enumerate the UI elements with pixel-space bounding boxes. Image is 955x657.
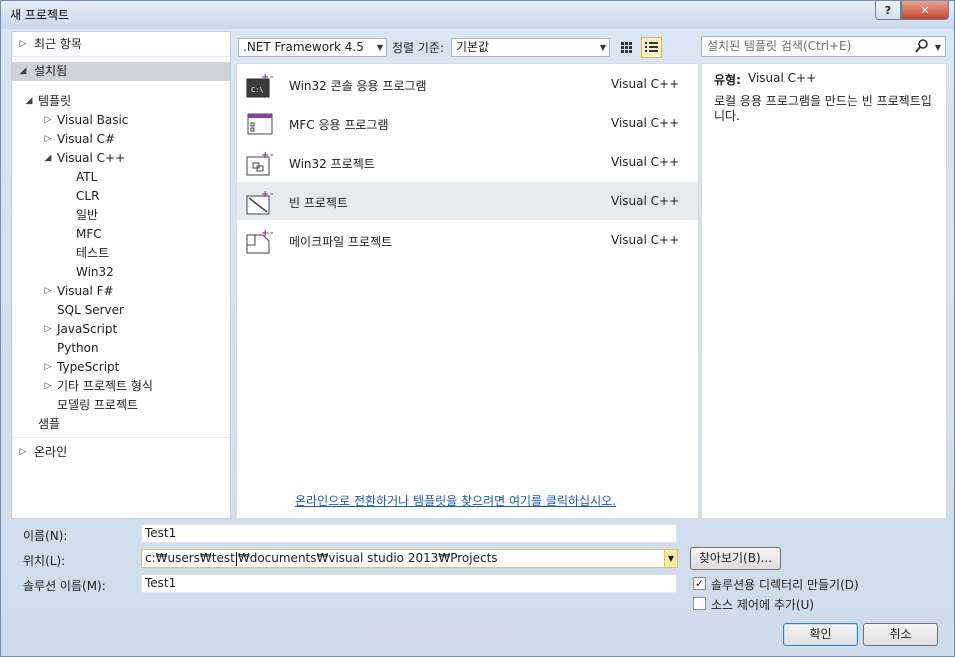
- template-item-win32-project[interactable]: ++ Win32 프로젝트 Visual C++: [237, 143, 698, 181]
- tree-item-other-project-types[interactable]: ▷ 기타 프로젝트 형식: [12, 377, 230, 396]
- divider: [12, 56, 230, 57]
- template-item-mfc-app[interactable]: MFC 응용 프로그램 Visual C++: [237, 104, 698, 142]
- expand-arrow-icon[interactable]: ▷: [43, 320, 53, 339]
- expand-arrow-icon[interactable]: ▷: [18, 35, 28, 54]
- collapse-arrow-icon[interactable]: ◢: [43, 149, 53, 168]
- tree-item-visual-basic[interactable]: ▷ Visual Basic: [12, 111, 230, 130]
- svg-text:++: ++: [261, 72, 273, 83]
- search-options-arrow-icon[interactable]: ▼: [935, 38, 941, 57]
- type-value: Visual C++: [748, 71, 817, 85]
- location-label: 위치(L):: [23, 554, 66, 568]
- online-templates-link[interactable]: 온라인으로 전환하거나 템플릿을 찾으려면 여기를 클릭하십시오.: [295, 492, 616, 509]
- create-directory-label: 솔루션용 디렉터리 만들기(D): [711, 578, 859, 592]
- tree-item-general[interactable]: 일반: [12, 206, 230, 225]
- small-icons-view-button[interactable]: [616, 37, 637, 58]
- template-details: 유형: Visual C++ 로컬 응용 프로그램을 만드는 빈 프로젝트입니다…: [701, 63, 947, 519]
- name-label: 이름(N):: [23, 529, 68, 543]
- template-item-empty-project[interactable]: ++ 빈 프로젝트 Visual C++: [237, 182, 698, 220]
- sort-dropdown[interactable]: 기본값 ▼: [451, 38, 610, 57]
- create-directory-checkbox[interactable]: ✓: [693, 577, 706, 590]
- dropdown-arrow-icon: ▼: [599, 43, 606, 52]
- tree-item-test[interactable]: 테스트: [12, 244, 230, 263]
- tree-item-samples[interactable]: 샘플: [12, 415, 230, 434]
- win32-project-icon: ++: [246, 150, 273, 176]
- dropdown-arrow-icon: ▼: [376, 43, 383, 52]
- type-label: 유형:: [714, 73, 741, 87]
- svg-text:++: ++: [261, 228, 273, 239]
- expand-arrow-icon[interactable]: ▷: [43, 377, 53, 396]
- tree-item-clr[interactable]: CLR: [12, 187, 230, 206]
- project-name-field[interactable]: Test1: [141, 524, 677, 543]
- collapse-arrow-icon[interactable]: ◢: [18, 62, 28, 81]
- template-description: 로컬 응용 프로그램을 만드는 빈 프로젝트입니다.: [714, 94, 932, 123]
- close-button[interactable]: ✕: [901, 1, 949, 20]
- template-list: C:\ ++ Win32 콘솔 응용 프로그램 Visual C++ MFC 응…: [236, 63, 699, 519]
- expand-arrow-icon[interactable]: ▷: [43, 358, 53, 377]
- tree-item-sql-server[interactable]: SQL Server: [12, 301, 230, 320]
- tree-item-online[interactable]: ▷ 온라인: [12, 443, 230, 462]
- solution-name-field[interactable]: Test1: [141, 574, 677, 593]
- template-item-makefile-project[interactable]: ++ 메이크파일 프로젝트 Visual C++: [237, 221, 698, 259]
- svg-text:++: ++: [261, 150, 273, 161]
- template-search-input[interactable]: 설치된 템플릿 검색(Ctrl+E) ▼: [701, 36, 946, 57]
- list-view-button[interactable]: [641, 37, 662, 58]
- tree-item-installed[interactable]: ◢ 설치됨: [12, 62, 230, 81]
- expand-arrow-icon[interactable]: ▷: [18, 443, 28, 462]
- location-field[interactable]: c:₩users₩test ₩documents₩visual studio 20…: [141, 549, 665, 568]
- help-button[interactable]: ?: [875, 1, 901, 20]
- svg-text:C:\: C:\: [251, 86, 264, 94]
- tree-item-mfc[interactable]: MFC: [12, 225, 230, 244]
- tree-item-visual-fsharp[interactable]: ▷ Visual F#: [12, 282, 230, 301]
- solution-name-label: 솔루션 이름(M):: [23, 579, 106, 593]
- add-source-control-label: 소스 제어에 추가(U): [711, 598, 815, 612]
- ok-button[interactable]: 확인: [783, 623, 858, 646]
- tree-item-templates[interactable]: ◢ 템플릿: [12, 92, 230, 111]
- cancel-button[interactable]: 취소: [863, 623, 938, 646]
- location-dropdown-arrow-icon[interactable]: ▼: [664, 549, 678, 568]
- tree-item-modeling-projects[interactable]: 모델링 프로젝트: [12, 396, 230, 415]
- tree-item-visual-cpp[interactable]: ◢ Visual C++: [12, 149, 230, 168]
- divider: [12, 437, 230, 438]
- collapse-arrow-icon[interactable]: ◢: [24, 92, 34, 111]
- tree-item-python[interactable]: Python: [12, 339, 230, 358]
- new-project-dialog: 새 프로젝트 ? ✕ ▷ 최근 항목 ◢ 설치됨 ◢ 템플릿 ▷ Visual …: [0, 0, 955, 657]
- template-tree: ▷ 최근 항목 ◢ 설치됨 ◢ 템플릿 ▷ Visual Basic ▷ Vis…: [11, 31, 231, 519]
- text-caret: [235, 551, 237, 566]
- browse-button[interactable]: 찾아보기(B)...: [690, 547, 781, 570]
- expand-arrow-icon[interactable]: ▷: [43, 130, 53, 149]
- empty-project-icon: ++: [246, 189, 273, 215]
- dialog-title: 새 프로젝트: [10, 8, 70, 22]
- svg-text:++: ++: [261, 189, 273, 200]
- list-view-icon: [645, 42, 658, 52]
- search-icon[interactable]: [915, 38, 929, 54]
- sort-label: 정렬 기준:: [392, 41, 445, 55]
- expand-arrow-icon[interactable]: ▷: [43, 282, 53, 301]
- tree-item-atl[interactable]: ATL: [12, 168, 230, 187]
- tree-item-javascript[interactable]: ▷ JavaScript: [12, 320, 230, 339]
- tree-item-visual-csharp[interactable]: ▷ Visual C#: [12, 130, 230, 149]
- expand-arrow-icon[interactable]: ▷: [43, 111, 53, 130]
- console-app-icon: C:\ ++: [246, 72, 273, 98]
- title-bar: 새 프로젝트 ? ✕: [1, 1, 954, 29]
- makefile-project-icon: ++: [246, 228, 273, 254]
- tree-item-typescript[interactable]: ▷ TypeScript: [12, 358, 230, 377]
- template-item-win32-console[interactable]: C:\ ++ Win32 콘솔 응용 프로그램 Visual C++: [237, 65, 698, 103]
- add-source-control-checkbox[interactable]: [693, 597, 706, 610]
- mfc-app-icon: [247, 113, 273, 135]
- framework-dropdown[interactable]: .NET Framework 4.5 ▼: [238, 38, 387, 57]
- tree-item-win32[interactable]: Win32: [12, 263, 230, 282]
- tree-item-recent[interactable]: ▷ 최근 항목: [12, 35, 230, 54]
- grid-view-icon: [621, 42, 632, 53]
